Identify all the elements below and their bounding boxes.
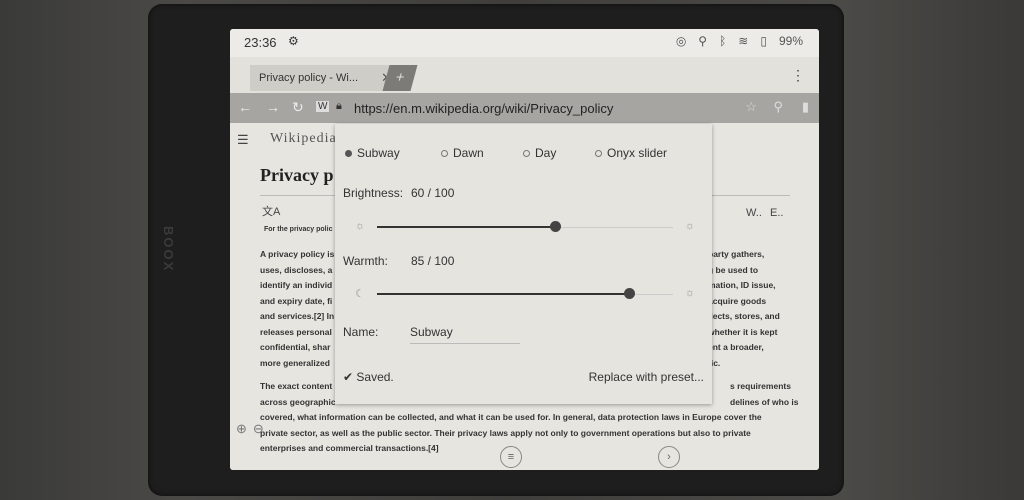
replace-with-preset-button[interactable]: Replace with preset... [589, 370, 704, 384]
brightness-low-icon: ☼ [355, 220, 366, 232]
brightness-slider[interactable]: ☼ ☼ [355, 219, 695, 235]
status-bar: 23:36 ⚙ ◎ ⚲ ᛒ ≋ ▯ 99% [230, 29, 819, 57]
language-icon[interactable]: 文A [262, 203, 280, 219]
front-light-popup: Subway Dawn Day Onyx slider Brightness: … [335, 124, 712, 404]
brightness-high-icon: ☼ [684, 220, 695, 232]
back-icon[interactable]: ← [238, 99, 252, 115]
reading-mode-icon[interactable]: ≡ [500, 446, 522, 468]
bookmark-star-icon[interactable]: ☆ [745, 99, 757, 115]
address-bar: ← → ↻ W 🔒︎ https://en.m.wikipedia.org/wi… [230, 93, 819, 123]
overflow-menu-icon[interactable]: ⋮ [791, 67, 805, 84]
tab-privacy-policy[interactable]: Privacy policy - Wi... ✕ [250, 65, 400, 91]
preset-name-input[interactable]: Subway [410, 323, 520, 344]
search-icon[interactable]: ⚲ [773, 99, 783, 115]
brightness-value: 60 / 100 [411, 186, 455, 200]
clock: 23:36 [244, 35, 277, 50]
warmth-slider-handle[interactable] [624, 288, 635, 299]
radio-dot [523, 149, 530, 157]
para2-right: s requirements delines of who is [730, 381, 799, 407]
device-brand-logo: BOOX [161, 226, 176, 273]
lock-icon: 🔒︎ [336, 100, 342, 112]
new-tab-button[interactable]: + [382, 65, 418, 91]
para2-full: covered, what information can be collect… [260, 412, 762, 453]
para1-right: party gathers, g be used to mation, ID i… [708, 249, 780, 368]
bulb-icon[interactable]: ⚲ [698, 34, 707, 48]
warmth-value: 85 / 100 [411, 254, 455, 268]
zoom-in-icon[interactable]: ⊕ [236, 421, 247, 437]
wifi-icon[interactable]: ≋ [738, 34, 748, 48]
settings-icon[interactable]: ⚙ [288, 34, 299, 48]
battery-level: 99% [778, 34, 803, 48]
menu-icon[interactable]: ☰ [237, 132, 249, 148]
tab-label: Privacy policy - Wi... [259, 72, 359, 84]
preset-subway-radio[interactable]: Subway [345, 146, 400, 160]
bookmarks-icon[interactable]: ▮ [802, 99, 809, 115]
reload-icon[interactable]: ↻ [292, 99, 304, 116]
saved-status: ✔ Saved. [343, 370, 394, 384]
url-input[interactable]: https://en.m.wikipedia.org/wiki/Privacy_… [354, 101, 613, 116]
edit-icon[interactable]: E.. [770, 207, 783, 219]
preset-onyx-slider-radio[interactable]: Onyx slider [595, 146, 667, 160]
bluetooth-icon[interactable]: ᛒ [719, 34, 726, 48]
next-page-icon[interactable]: › [658, 446, 680, 468]
page-title: Privacy p [260, 165, 334, 185]
tab-bar: Privacy policy - Wi... ✕ + ⋮ [230, 57, 819, 93]
warmth-high-icon: ☼ [684, 287, 695, 299]
preset-dawn-radio[interactable]: Dawn [441, 146, 484, 160]
battery-icon: ▯ [760, 34, 767, 48]
radio-dot [441, 149, 448, 157]
wikipedia-wordmark[interactable]: Wikipedia [270, 131, 337, 147]
warmth-low-icon: ☾ [355, 288, 365, 300]
warmth-label: Warmth: [343, 254, 388, 268]
preset-day-radio[interactable]: Day [523, 146, 556, 160]
hatnote: For the privacy polic [264, 226, 333, 233]
para2-left: The exact content across geographic [260, 381, 336, 407]
zoom-controls: ⊕ ⊖ [236, 421, 264, 437]
brightness-label: Brightness: [343, 186, 404, 200]
forward-icon[interactable]: → [266, 99, 280, 115]
site-favicon-icon: W [316, 101, 330, 112]
para1-left: A privacy policy is uses, discloses, a i… [260, 249, 335, 368]
radio-dot [345, 149, 352, 157]
watch-icon[interactable]: W.. [746, 207, 762, 219]
brightness-slider-handle[interactable] [550, 221, 561, 232]
sync-icon[interactable]: ◎ [676, 34, 686, 48]
warmth-slider[interactable]: ☾ ☼ [355, 286, 695, 302]
name-label: Name: [343, 325, 379, 339]
zoom-out-icon[interactable]: ⊖ [253, 421, 264, 437]
radio-dot [595, 149, 602, 157]
